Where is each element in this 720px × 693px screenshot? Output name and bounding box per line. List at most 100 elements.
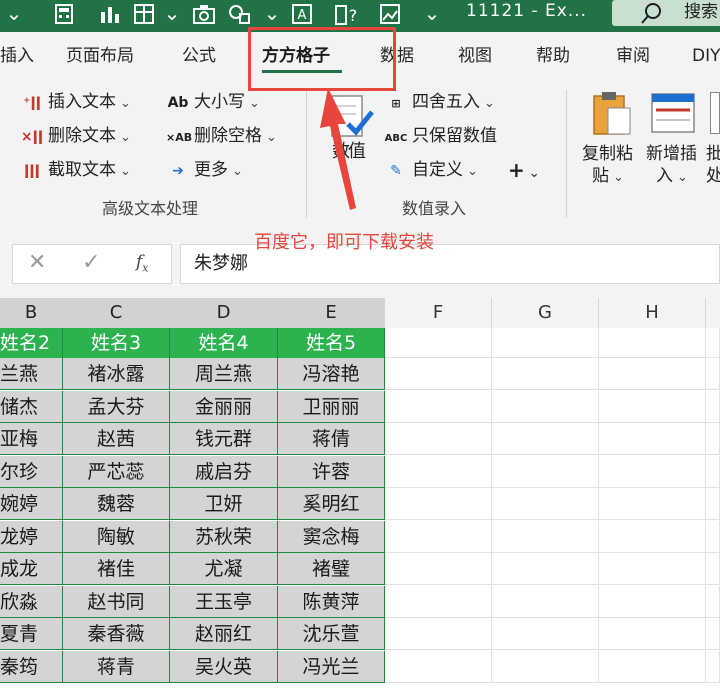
table-cell[interactable]: 亚梅 — [0, 423, 63, 455]
empty-cell[interactable] — [492, 391, 599, 423]
empty-cell[interactable] — [492, 553, 599, 585]
table-header-cell[interactable]: 姓名2 — [0, 328, 63, 358]
redo-dropdown-icon[interactable]: ⌄ — [0, 0, 28, 28]
empty-cell[interactable] — [385, 391, 492, 423]
table-cell[interactable]: 孟大芬 — [63, 391, 170, 423]
chevron-down-icon[interactable]: ⌄ — [158, 0, 186, 28]
empty-cell[interactable] — [492, 521, 599, 553]
table-cell[interactable]: 龙婷 — [0, 521, 63, 553]
table-header-cell[interactable]: 姓名3 — [63, 328, 170, 358]
insert-text-button[interactable]: ⁺ǀǀ 插入文本 ⌄ — [20, 88, 131, 116]
empty-cell[interactable] — [492, 423, 599, 455]
empty-cell[interactable] — [599, 618, 706, 650]
table-cell[interactable]: 魏蓉 — [63, 488, 170, 520]
empty-cell[interactable] — [492, 618, 599, 650]
table-cell[interactable]: 卫丽丽 — [278, 391, 385, 423]
table-cell[interactable]: 奚明红 — [278, 488, 385, 520]
empty-cell[interactable] — [599, 553, 706, 585]
table-cell[interactable]: 尤凝 — [170, 553, 278, 585]
table-cell[interactable]: 苏秋荣 — [170, 521, 278, 553]
empty-cell[interactable] — [492, 456, 599, 488]
table-cell[interactable]: 戚启芬 — [170, 456, 278, 488]
more-button[interactable]: ➔ 更多 ⌄ — [166, 156, 243, 184]
tab-review[interactable]: 审阅 — [616, 42, 650, 72]
empty-cell[interactable] — [706, 423, 720, 455]
column-header-h[interactable]: H — [599, 298, 706, 328]
empty-cell[interactable] — [599, 456, 706, 488]
tab-view[interactable]: 视图 — [458, 42, 492, 72]
empty-cell[interactable] — [706, 456, 720, 488]
table-cell[interactable]: 秦筠 — [0, 651, 63, 683]
table-cell[interactable]: 蒋青 — [63, 651, 170, 683]
chart-icon[interactable] — [96, 0, 124, 28]
tab-diy[interactable]: DIY — [692, 42, 720, 72]
empty-cell[interactable] — [706, 358, 720, 390]
empty-cell[interactable] — [385, 586, 492, 618]
empty-cell[interactable] — [385, 423, 492, 455]
tab-insert[interactable]: 插入 — [0, 42, 34, 72]
textbox-icon[interactable]: A — [288, 0, 316, 28]
empty-cell[interactable] — [385, 328, 492, 358]
image-icon[interactable] — [376, 0, 404, 28]
shapes-icon[interactable] — [226, 0, 254, 28]
empty-cell[interactable] — [599, 651, 706, 683]
table-cell[interactable]: 尔珍 — [0, 456, 63, 488]
column-header-f[interactable]: F — [385, 298, 492, 328]
table-cell[interactable]: 吴火英 — [170, 651, 278, 683]
custom-button[interactable]: ✎ 自定义 ⌄ — [384, 156, 478, 184]
table-cell[interactable]: 王玉亭 — [170, 586, 278, 618]
insert-rows-icon[interactable] — [650, 90, 696, 140]
table-cell[interactable]: 陈黄萍 — [278, 586, 385, 618]
table-cell[interactable]: 严芯蕊 — [63, 456, 170, 488]
empty-cell[interactable] — [385, 521, 492, 553]
column-header-g[interactable]: G — [492, 298, 599, 328]
new-insert-button[interactable]: 入 ⌄ — [656, 162, 688, 190]
empty-cell[interactable] — [385, 358, 492, 390]
search-label[interactable]: 搜索 — [684, 0, 718, 24]
empty-cell[interactable] — [492, 651, 599, 683]
case-button[interactable]: Ab 大小写 ⌄ — [166, 88, 260, 116]
delete-text-button[interactable]: ×ǀǀ 删除文本 ⌄ — [20, 122, 131, 150]
table-cell[interactable]: 周兰燕 — [170, 358, 278, 390]
table-cell[interactable]: 冯光兰 — [278, 651, 385, 683]
tab-formulas[interactable]: 公式 — [182, 42, 216, 72]
customize-qat-icon[interactable]: ⌄ — [418, 0, 446, 28]
calculator-icon[interactable] — [50, 0, 78, 28]
add-button[interactable]: + ⌄ — [508, 156, 540, 184]
batch-label-bottom[interactable]: 处 — [706, 162, 720, 190]
table-cell[interactable]: 兰燕 — [0, 358, 63, 390]
column-header-c[interactable]: C — [63, 298, 170, 328]
table-cell[interactable]: 夏青 — [0, 618, 63, 650]
camera-icon[interactable] — [190, 0, 218, 28]
empty-cell[interactable] — [706, 488, 720, 520]
cancel-icon[interactable]: ✕ — [28, 250, 46, 275]
clipboard-icon[interactable] — [590, 90, 634, 140]
table-cell[interactable]: 钱元群 — [170, 423, 278, 455]
empty-cell[interactable] — [385, 553, 492, 585]
tab-page-layout[interactable]: 页面布局 — [66, 42, 134, 72]
empty-cell[interactable] — [385, 488, 492, 520]
batch-icon[interactable] — [710, 92, 720, 134]
empty-cell[interactable] — [599, 521, 706, 553]
table-cell[interactable]: 赵茜 — [63, 423, 170, 455]
empty-cell[interactable] — [599, 423, 706, 455]
empty-cell[interactable] — [706, 521, 720, 553]
formula-value[interactable]: 朱梦娜 — [194, 244, 248, 284]
empty-cell[interactable] — [706, 391, 720, 423]
empty-cell[interactable] — [599, 586, 706, 618]
empty-cell[interactable] — [492, 328, 599, 358]
table-cell[interactable]: 褚璧 — [278, 553, 385, 585]
help-icon[interactable]: ? — [334, 0, 362, 28]
enter-icon[interactable]: ✓ — [82, 250, 100, 275]
table-cell[interactable]: 沈乐萱 — [278, 618, 385, 650]
table-cell[interactable]: 成龙 — [0, 553, 63, 585]
table-cell[interactable]: 秦香薇 — [63, 618, 170, 650]
round-button[interactable]: ⊞ 四舍五入 ⌄ — [384, 88, 495, 116]
empty-cell[interactable] — [706, 586, 720, 618]
column-header-e[interactable]: E — [278, 298, 385, 328]
table-cell[interactable]: 储杰 — [0, 391, 63, 423]
table-cell[interactable]: 冯溶艳 — [278, 358, 385, 390]
keep-values-button[interactable]: ABC 只保留数值 — [384, 122, 497, 150]
empty-cell[interactable] — [385, 618, 492, 650]
empty-cell[interactable] — [492, 586, 599, 618]
